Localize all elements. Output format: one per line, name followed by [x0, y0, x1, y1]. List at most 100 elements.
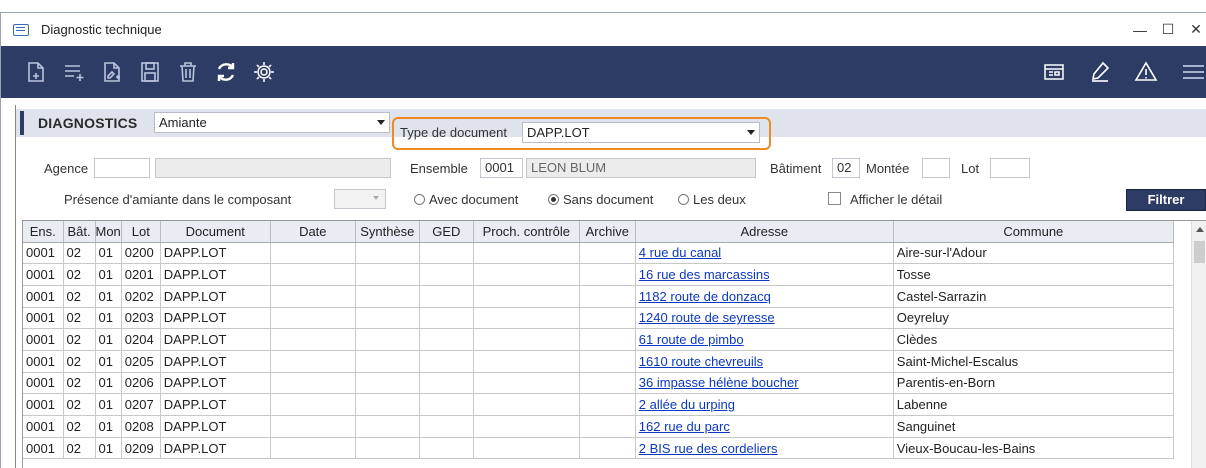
- address-link[interactable]: 16 rue des marcassins: [635, 263, 894, 286]
- table-cell: 01: [95, 263, 122, 286]
- table-row[interactable]: 0001 02 01 0206 DAPP.LOT 36 impasse hélène bo…: [23, 372, 1174, 395]
- address-link[interactable]: 2 BIS rue des cordeliers: [635, 437, 894, 460]
- minimize-button[interactable]: —: [1129, 22, 1151, 38]
- column-header[interactable]: GED: [419, 221, 474, 243]
- radio-deux-icon: [678, 194, 689, 205]
- title-bar: Diagnostic technique — ☐ ✕: [1, 13, 1206, 46]
- table-row[interactable]: 0001 02 01 0203 DAPP.LOT 1240 route de seyres…: [23, 307, 1174, 330]
- table-cell: [473, 415, 580, 438]
- ensemble-code-field[interactable]: 0001: [480, 158, 523, 178]
- table-row[interactable]: 0001 02 01 0201 DAPP.LOT 16 rue des marcassin…: [23, 263, 1174, 286]
- table-cell: [473, 350, 580, 373]
- window-title: Diagnostic technique: [41, 22, 162, 37]
- doc-type-select[interactable]: DAPP.LOT: [522, 122, 760, 143]
- address-link[interactable]: 36 impasse hélène boucher: [635, 372, 894, 395]
- table-row[interactable]: 0001 02 01 0204 DAPP.LOT 61 route de pimbo Cl…: [23, 328, 1174, 351]
- address-link[interactable]: 162 rue du parc: [635, 415, 894, 438]
- delete-icon[interactable]: [173, 57, 203, 87]
- table-header-row: Ens. Bât. Mon Lot Document Date Synthèse…: [23, 221, 1174, 243]
- afficher-detail-checkbox[interactable]: [828, 192, 841, 205]
- column-header[interactable]: Date: [270, 221, 356, 243]
- table-row[interactable]: 0001 02 01 0205 DAPP.LOT 1610 route chevreuil…: [23, 350, 1174, 373]
- address-link[interactable]: 2 allée du urping: [635, 393, 894, 416]
- address-link[interactable]: 1610 route chevreuils: [635, 350, 894, 373]
- address-link[interactable]: 1182 route de donzacq: [635, 285, 894, 308]
- save-icon[interactable]: [135, 57, 165, 87]
- table-cell: [579, 263, 636, 286]
- diagnostic-type-value: Amiante: [159, 115, 207, 130]
- table-cell: Oeyreluy: [893, 307, 1174, 330]
- table-row[interactable]: 0001 02 01 0209 DAPP.LOT 2 BIS rue des cordel…: [23, 437, 1174, 460]
- edit-document-icon[interactable]: [97, 57, 127, 87]
- table-row[interactable]: 0001 02 01 0202 DAPP.LOT 1182 route de donzac…: [23, 285, 1174, 308]
- table-cell: [579, 350, 636, 373]
- table-cell: 0001: [23, 263, 64, 286]
- maximize-button[interactable]: ☐: [1157, 21, 1179, 38]
- settings-icon[interactable]: [249, 57, 279, 87]
- address-link[interactable]: 4 rue du canal: [635, 242, 894, 265]
- column-header[interactable]: Proch. contrôle: [473, 221, 580, 243]
- table-cell: 01: [95, 415, 122, 438]
- view-icon[interactable]: [1039, 57, 1069, 87]
- signature-icon[interactable]: [1085, 57, 1115, 87]
- menu-icon[interactable]: [1177, 57, 1206, 87]
- table-cell: [355, 285, 420, 308]
- agence-code-field[interactable]: [94, 158, 150, 178]
- table-cell: Castel-Sarrazin: [893, 285, 1174, 308]
- column-header[interactable]: Document: [160, 221, 271, 243]
- table-row[interactable]: 0001 02 01 0200 DAPP.LOT 4 rue du canal Aire-…: [23, 242, 1174, 265]
- presence-select[interactable]: [334, 189, 386, 209]
- column-header[interactable]: Commune: [893, 221, 1174, 243]
- table-cell: 0001: [23, 285, 64, 308]
- filter-button[interactable]: Filtrer: [1126, 189, 1206, 211]
- table-cell: Aire-sur-l'Adour: [893, 242, 1174, 265]
- table-cell: 02: [63, 393, 96, 416]
- table-cell: Labenne: [893, 393, 1174, 416]
- radio-les-deux[interactable]: Les deux: [678, 192, 746, 207]
- table-cell: [473, 242, 580, 265]
- address-link[interactable]: 1240 route de seyresse: [635, 307, 894, 330]
- table-cell: [419, 415, 474, 438]
- radio-avec-document[interactable]: Avec document: [414, 192, 518, 207]
- table-cell: 0001: [23, 415, 64, 438]
- warning-icon[interactable]: [1131, 57, 1161, 87]
- add-list-icon[interactable]: [59, 57, 89, 87]
- table-cell: [419, 393, 474, 416]
- column-header[interactable]: Mon: [95, 221, 122, 243]
- column-header[interactable]: Ens.: [23, 221, 64, 243]
- agence-label: Agence: [44, 161, 89, 176]
- table-cell: [579, 415, 636, 438]
- column-header[interactable]: Synthèse: [355, 221, 420, 243]
- lot-field[interactable]: [990, 158, 1030, 178]
- table-row[interactable]: 0001 02 01 0207 DAPP.LOT 2 allée du urping La…: [23, 393, 1174, 416]
- table-cell: DAPP.LOT: [160, 263, 271, 286]
- table-cell: [419, 263, 474, 286]
- table-cell: [473, 372, 580, 395]
- column-header[interactable]: Adresse: [635, 221, 894, 243]
- batiment-field[interactable]: 02: [832, 158, 860, 178]
- address-link[interactable]: 61 route de pimbo: [635, 328, 894, 351]
- table-cell: 01: [95, 242, 122, 265]
- table-row[interactable]: 0001 02 01 0208 DAPP.LOT 162 rue du parc Sang…: [23, 415, 1174, 438]
- montee-field[interactable]: [922, 158, 950, 178]
- column-header[interactable]: Bât.: [63, 221, 96, 243]
- montee-label: Montée: [866, 161, 910, 176]
- diagnostic-type-select[interactable]: Amiante: [154, 112, 390, 133]
- scroll-up-icon[interactable]: [1196, 227, 1204, 232]
- table-cell: 02: [63, 285, 96, 308]
- close-button[interactable]: ✕: [1185, 21, 1206, 38]
- table-cell: DAPP.LOT: [160, 242, 271, 265]
- table-cell: 0206: [121, 372, 161, 395]
- table-cell: [419, 350, 474, 373]
- table-cell: 01: [95, 437, 122, 460]
- new-document-icon[interactable]: [21, 57, 51, 87]
- vertical-scrollbar[interactable]: [1191, 221, 1206, 468]
- refresh-icon[interactable]: [211, 57, 241, 87]
- table-cell: Clèdes: [893, 328, 1174, 351]
- column-header[interactable]: Archive: [579, 221, 636, 243]
- results-table: Ens. Bât. Mon Lot Document Date Synthèse…: [23, 221, 1174, 460]
- chevron-down-icon: [747, 130, 755, 135]
- radio-sans-document[interactable]: Sans document: [548, 192, 653, 207]
- column-header[interactable]: Lot: [121, 221, 161, 243]
- scroll-thumb[interactable]: [1194, 241, 1205, 263]
